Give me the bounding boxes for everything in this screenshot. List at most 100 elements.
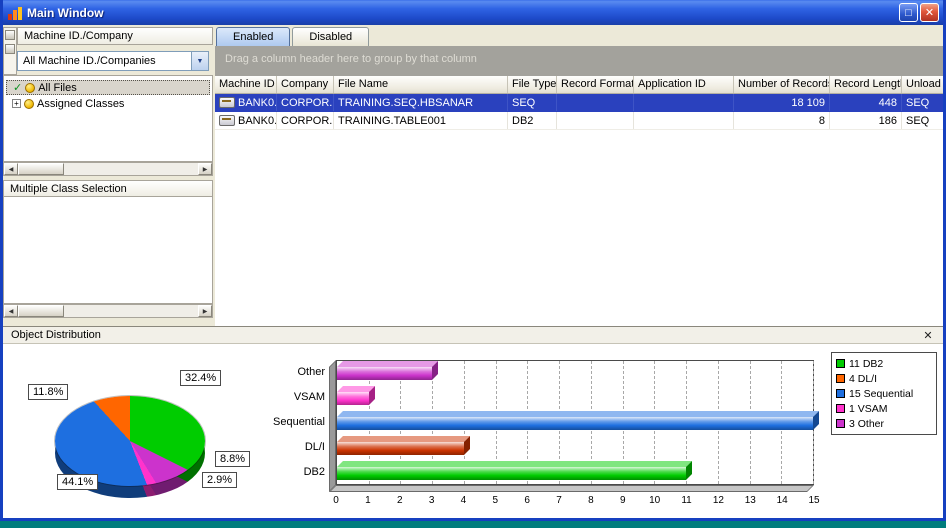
tree-item-assigned-classes[interactable]: + Assigned Classes (6, 96, 210, 111)
legend-item: 15 Sequential (836, 386, 932, 401)
scroll-left-button[interactable]: ◀ (4, 163, 18, 175)
panel-close-button[interactable]: ✕ (921, 329, 935, 342)
multiple-class-selection-panel (3, 197, 213, 304)
x-tick-label: 1 (365, 495, 371, 506)
column-header-company[interactable]: Company (277, 76, 334, 93)
tab-enabled[interactable]: Enabled (216, 27, 290, 46)
scrollbar-thumb[interactable] (18, 305, 64, 317)
tree-horizontal-scrollbar[interactable]: ◀ ▶ (3, 162, 213, 176)
x-tick-label: 5 (493, 495, 499, 506)
dock-icon[interactable] (5, 44, 15, 54)
tree-item-all-files[interactable]: ✓ All Files (6, 80, 210, 95)
column-header-file-name[interactable]: File Name (334, 76, 508, 93)
x-tick-label: 3 (429, 495, 435, 506)
cell-machine-id: BANK0... (215, 112, 277, 129)
dataset-icon (219, 115, 235, 126)
cell-number-of-records: 8 (734, 112, 830, 129)
cell-file-type: DB2 (508, 112, 557, 129)
grid-header: Machine IDCompanyFile NameFile TypeRecor… (215, 76, 943, 94)
bar-row (337, 461, 813, 486)
scroll-left-button[interactable]: ◀ (4, 305, 18, 317)
bar-vsam (337, 392, 369, 405)
cell-company: CORPOR... (277, 94, 334, 111)
machine-company-column-header[interactable]: Machine ID./Company (17, 27, 213, 45)
bar-category-label: DL/I (243, 435, 325, 460)
bar-row (337, 411, 813, 436)
bar-chart-floor (329, 485, 814, 492)
legend-swatch (836, 404, 845, 413)
x-tick-label: 15 (808, 495, 819, 506)
x-tick-label: 14 (777, 495, 788, 506)
cell-application-id (634, 94, 734, 111)
column-header-record-format[interactable]: Record Format (557, 76, 634, 93)
bar-category-label: Sequential (243, 410, 325, 435)
column-header-unload-i[interactable]: Unload I... (902, 76, 943, 93)
main-window: Main Window □ ✕ Machine ID./Company All … (0, 0, 946, 521)
table-row[interactable]: BANK0...CORPOR...TRAINING.TABLE001DB2818… (215, 112, 943, 130)
pie-top (55, 396, 205, 486)
legend-item: 4 DL/I (836, 371, 932, 386)
column-header-record-length[interactable]: Record Length (830, 76, 902, 93)
check-icon: ✓ (13, 81, 22, 94)
x-tick-label: 0 (333, 495, 339, 506)
group-by-bar[interactable]: Drag a column header here to group by th… (215, 46, 943, 76)
scroll-right-button[interactable]: ▶ (198, 305, 212, 317)
scrollbar-track[interactable] (18, 305, 198, 317)
bar-db2 (337, 467, 686, 480)
column-header-machine-id[interactable]: Machine ID (215, 76, 277, 93)
table-row[interactable]: BANK0...CORPOR...TRAINING.SEQ.HBSANARSEQ… (215, 94, 943, 112)
file-tree: ✓ All Files + Assigned Classes (3, 75, 213, 162)
column-header-file-type[interactable]: File Type (508, 76, 557, 93)
column-header-number-of-records[interactable]: Number of Records (734, 76, 830, 93)
scroll-right-button[interactable]: ▶ (198, 163, 212, 175)
bar-sequential (337, 417, 813, 430)
cell-unload-i: SEQ (902, 112, 943, 129)
x-tick-label: 4 (461, 495, 467, 506)
cell-record-format (557, 112, 634, 129)
bar-category-label: DB2 (243, 460, 325, 485)
expand-icon[interactable]: + (12, 99, 21, 108)
multiple-class-selection-header: Multiple Class Selection (3, 180, 213, 197)
legend-swatch (836, 374, 845, 383)
object-distribution-panel: Object Distribution ✕ 32.4%8.8%2.9%44.1%… (3, 326, 943, 518)
bar-chart-wall (329, 360, 336, 492)
dataset-icon (219, 97, 235, 108)
legend-label: 1 VSAM (849, 403, 888, 415)
cell-number-of-records: 18 109 (734, 94, 830, 111)
maximize-button[interactable]: □ (899, 3, 918, 22)
x-tick-label: 7 (556, 495, 562, 506)
x-tick-label: 10 (649, 495, 660, 506)
x-tick-label: 9 (620, 495, 626, 506)
dock-icon[interactable] (5, 30, 15, 40)
legend-swatch (836, 359, 845, 368)
dock-strip (3, 27, 17, 75)
bar-x-axis: 0123456789101112131415 (336, 495, 814, 509)
machine-company-combobox[interactable]: All Machine ID./Companies ▼ (17, 51, 209, 71)
legend-label: 4 DL/I (849, 373, 877, 385)
bar-categories: OtherVSAMSequentialDL/IDB2 (243, 360, 331, 485)
scrollbar-thumb[interactable] (18, 163, 64, 175)
pie-percent-label: 32.4% (180, 370, 221, 386)
scrollbar-track[interactable] (18, 163, 198, 175)
class-horizontal-scrollbar[interactable]: ◀ ▶ (3, 304, 213, 318)
legend-item: 1 VSAM (836, 401, 932, 416)
legend-item: 11 DB2 (836, 356, 932, 371)
chart-legend: 11 DB2 4 DL/I15 Sequential 1 VSAM3 Other (831, 352, 937, 435)
legend-swatch (836, 419, 845, 428)
tab-disabled[interactable]: Disabled (292, 27, 369, 46)
class-bell-icon (25, 83, 35, 93)
object-distribution-title: Object Distribution (11, 329, 101, 341)
bar-dl-i (337, 442, 464, 455)
column-header-application-id[interactable]: Application ID (634, 76, 734, 93)
pie-percent-label: 44.1% (57, 474, 98, 490)
window-title: Main Window (27, 6, 104, 20)
close-button[interactable]: ✕ (920, 3, 939, 22)
cell-company: CORPOR... (277, 112, 334, 129)
titlebar[interactable]: Main Window □ ✕ (3, 0, 943, 25)
x-tick-label: 6 (524, 495, 530, 506)
bar-row (337, 361, 813, 386)
cell-machine-id: BANK0... (215, 94, 277, 111)
dropdown-arrow-icon[interactable]: ▼ (191, 52, 208, 70)
legend-item: 3 Other (836, 416, 932, 431)
tree-item-label: Assigned Classes (37, 98, 124, 110)
